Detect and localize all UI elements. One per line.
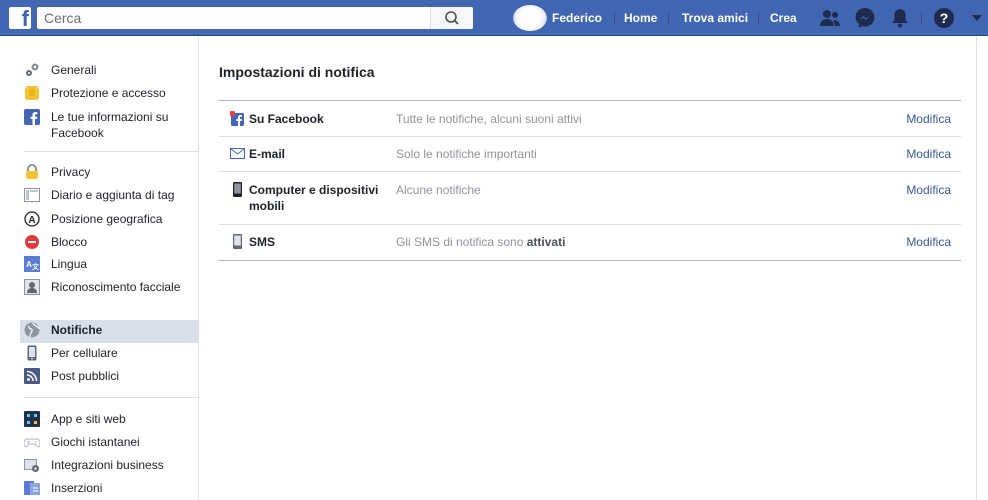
nav-divider [921, 12, 922, 25]
profile-link[interactable]: Federico [552, 0, 602, 36]
sidebar-item-lingua[interactable]: A文 Lingua [24, 256, 198, 272]
find-friends-link[interactable]: Trova amici [682, 0, 748, 36]
sidebar-item-label: Post pubblici [51, 369, 120, 383]
svg-text:?: ? [940, 10, 949, 26]
row-divider [219, 224, 961, 225]
help-icon[interactable]: ? [932, 6, 956, 30]
section-bottom-border [219, 260, 961, 261]
sidebar-item-label: Lingua [51, 257, 88, 271]
sidebar-item-cellulare[interactable]: Per cellulare [24, 345, 198, 361]
svg-text:文: 文 [32, 262, 40, 271]
sidebar-item-integrazioni[interactable]: Integrazioni business [24, 457, 198, 473]
sidebar-item-label: Notifiche [51, 323, 103, 337]
sidebar-item-protezione[interactable]: Protezione e accesso [24, 85, 198, 101]
sms-icon [233, 234, 242, 249]
sidebar-item-diario[interactable]: Diario e aggiunta di tag [24, 187, 198, 203]
edit-link[interactable]: Modifica [906, 182, 951, 198]
rss-icon [24, 368, 40, 384]
business-icon [24, 457, 40, 473]
shield-icon [24, 85, 40, 101]
language-icon: A文 [24, 256, 40, 272]
sidebar-item-label: Giochi istantanei [51, 435, 140, 449]
sidebar-item-notifiche[interactable]: Notifiche [24, 322, 198, 338]
sidebar-divider [24, 397, 198, 398]
bell-icon[interactable] [888, 6, 912, 30]
block-icon [24, 234, 40, 250]
row-divider [219, 136, 961, 137]
timeline-icon [24, 187, 40, 203]
sidebar-item-generali[interactable]: Generali [24, 62, 198, 78]
facebook-logo-icon[interactable]: f [9, 7, 31, 29]
content-border [976, 37, 977, 500]
facebook-notification-icon [230, 111, 244, 126]
globe-icon [24, 322, 40, 338]
edit-link[interactable]: Modifica [906, 111, 951, 127]
lock-icon [24, 164, 40, 180]
row-title: E-mail [249, 147, 286, 161]
envelope-icon [230, 148, 245, 159]
ads-icon [24, 480, 40, 496]
search-box [37, 7, 473, 29]
sidebar-item-inserzioni[interactable]: Inserzioni [24, 480, 198, 496]
row-description: Alcune notifiche [396, 183, 481, 197]
row-divider [219, 171, 961, 172]
create-link[interactable]: Crea [770, 0, 797, 36]
section-top-border [219, 100, 961, 101]
edit-link[interactable]: Modifica [906, 146, 951, 162]
phone-icon [233, 182, 242, 197]
sidebar-item-label: Privacy [51, 165, 91, 179]
row-description-status: attivati [526, 235, 566, 249]
sidebar-divider [24, 151, 198, 152]
sidebar-item-post-pubblici[interactable]: Post pubblici [24, 368, 198, 384]
sidebar-item-app[interactable]: App e siti web [24, 411, 198, 427]
facebook-icon [24, 109, 40, 125]
row-description: Gli SMS di notifica sono attivati [396, 234, 565, 250]
search-input[interactable] [37, 7, 429, 29]
mobile-icon [24, 345, 40, 361]
nav-divider [758, 12, 759, 25]
location-icon: A [24, 211, 40, 227]
top-navigation-bar: f Federico Home Trova amici Crea ? [0, 0, 988, 36]
sidebar-item-posizione[interactable]: A Posizione geografica [24, 211, 198, 227]
sidebar-item-label: Per cellulare [51, 346, 118, 360]
chevron-down-icon[interactable] [972, 14, 982, 22]
gear-icon [24, 62, 40, 78]
sidebar-item-label: Inserzioni [51, 481, 103, 495]
sidebar-item-label: Blocco [51, 235, 88, 249]
sidebar-item-label: App e siti web [51, 412, 126, 426]
gamepad-icon [23, 434, 41, 450]
sidebar-item-informazioni[interactable]: Le tue informazioni su Facebook [24, 109, 198, 141]
avatar[interactable] [513, 5, 547, 31]
row-description: Solo le notifiche importanti [396, 147, 537, 161]
sidebar-item-label: Riconoscimento facciale [51, 280, 181, 294]
sidebar-item-riconoscimento[interactable]: Riconoscimento facciale [24, 279, 198, 295]
sidebar-item-label: Le tue informazioni su Facebook [51, 110, 169, 140]
messenger-icon[interactable] [853, 6, 877, 30]
sidebar-item-label: Integrazioni business [51, 458, 164, 472]
search-button[interactable] [430, 7, 473, 29]
page-title: Impostazioni di notifica [219, 64, 375, 80]
search-icon [445, 11, 459, 25]
row-description-text: Gli SMS di notifica sono [396, 235, 527, 249]
sidebar-item-label: Protezione e accesso [51, 86, 166, 100]
friend-requests-icon[interactable] [818, 6, 842, 30]
nav-divider [614, 12, 615, 25]
row-title: Su Facebook [249, 112, 324, 126]
svg-text:A: A [28, 215, 35, 226]
sidebar-item-label: Posizione geografica [51, 212, 163, 226]
sidebar-item-privacy[interactable]: Privacy [24, 164, 198, 180]
nav-divider [668, 12, 669, 25]
row-title: Computer e dispositivi mobili [249, 183, 379, 213]
sidebar-item-label: Diario e aggiunta di tag [51, 188, 175, 202]
apps-icon [24, 411, 40, 427]
edit-link[interactable]: Modifica [906, 234, 951, 250]
face-icon [24, 279, 40, 295]
sidebar-item-blocco[interactable]: Blocco [24, 234, 198, 250]
row-description: Tutte le notifiche, alcuni suoni attivi [396, 112, 582, 126]
sidebar-item-label: Generali [51, 63, 97, 77]
home-link[interactable]: Home [624, 0, 657, 36]
row-title: SMS [249, 235, 276, 249]
sidebar-item-giochi[interactable]: Giochi istantanei [23, 434, 198, 450]
